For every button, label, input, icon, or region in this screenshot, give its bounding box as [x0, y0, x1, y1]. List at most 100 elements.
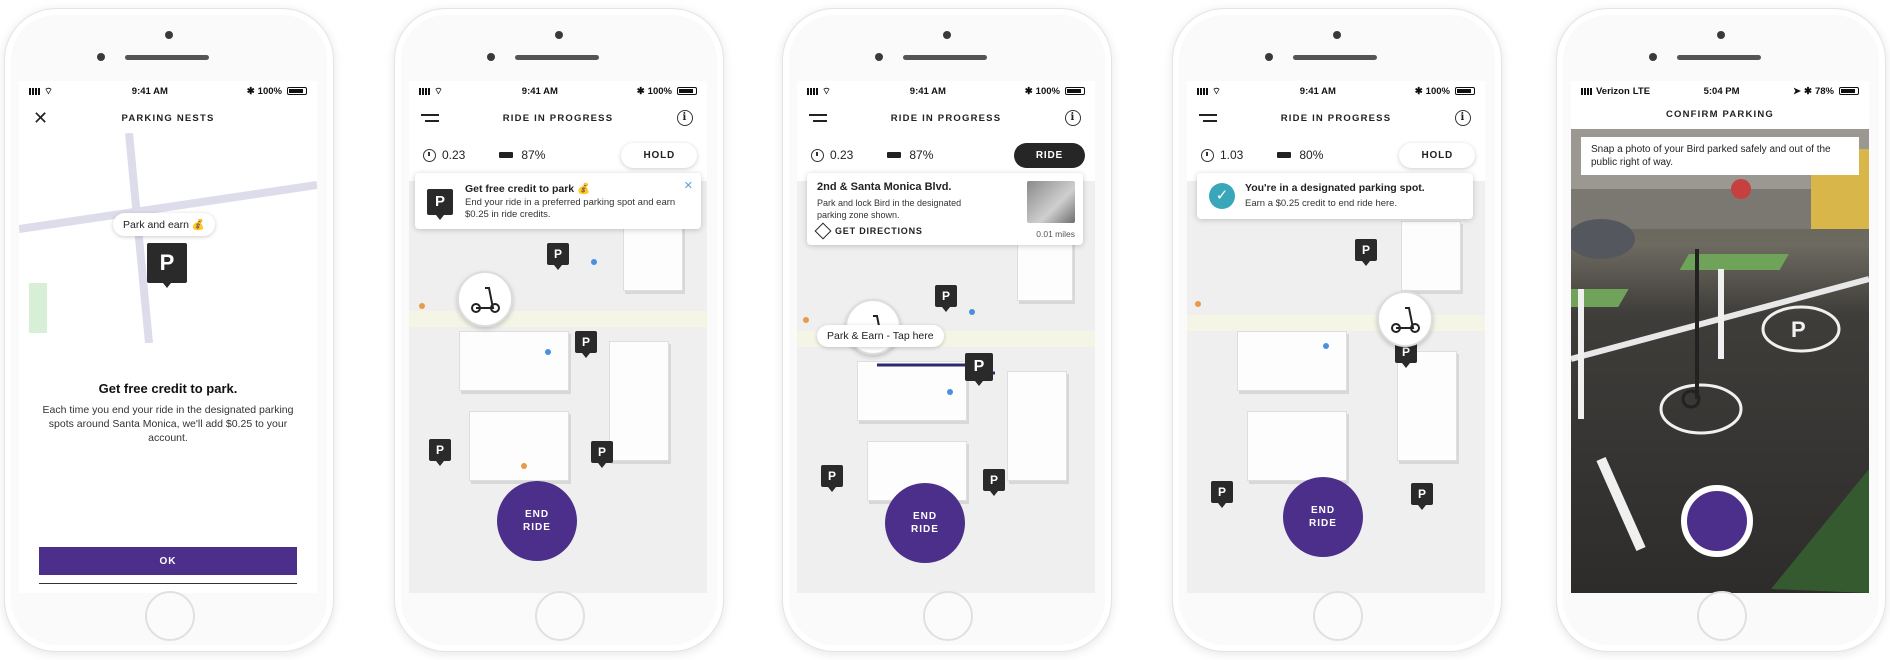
menu-icon[interactable]: [1199, 113, 1217, 123]
home-button[interactable]: [145, 591, 195, 641]
page-title: RIDE IN PROGRESS: [1280, 112, 1392, 124]
parking-spot-marker[interactable]: P: [1411, 483, 1433, 510]
parking-confirmation-card[interactable]: ✓ You're in a designated parking spot. E…: [1197, 173, 1473, 219]
status-battery-text: 100%: [1425, 85, 1450, 97]
parking-spot-marker[interactable]: P: [1355, 239, 1377, 266]
camera-viewfinder[interactable]: P Snap a photo of your Bird parked safel…: [1571, 129, 1869, 593]
distance-value: 1.03: [1220, 148, 1244, 162]
front-camera: [165, 31, 173, 39]
status-time: 5:04 PM: [1703, 85, 1740, 97]
hold-button[interactable]: HOLD: [1399, 142, 1475, 168]
scooter-location-marker[interactable]: [1377, 291, 1433, 347]
battery-percent: 80%: [1299, 148, 1324, 162]
home-button[interactable]: [1313, 591, 1363, 641]
status-time: 9:41 AM: [909, 85, 946, 97]
signal-icon: [419, 87, 431, 95]
earpiece-speaker: [1293, 55, 1377, 60]
ride-stats: 0.23 87% RIDE: [811, 141, 1085, 169]
close-icon[interactable]: ✕: [684, 179, 693, 192]
info-icon[interactable]: i: [677, 110, 693, 126]
park-and-earn-tag[interactable]: Park & Earn - Tap here: [817, 325, 944, 347]
carrier-name: Verizon: [1596, 85, 1630, 97]
front-camera: [1333, 31, 1341, 39]
poi-marker: [1323, 343, 1329, 349]
info-icon[interactable]: i: [1065, 110, 1081, 126]
shutter-button[interactable]: [1681, 485, 1753, 557]
page-title: RIDE IN PROGRESS: [890, 112, 1002, 124]
proximity-sensor: [97, 53, 105, 61]
earpiece-speaker: [1677, 55, 1761, 60]
map-road: [1187, 315, 1485, 331]
proximity-sensor: [1265, 53, 1273, 61]
ride-button[interactable]: RIDE: [1013, 142, 1085, 168]
park-and-earn-tag[interactable]: Park and earn 💰: [113, 213, 215, 236]
status-battery-text: 78%: [1814, 85, 1834, 97]
front-camera: [943, 31, 951, 39]
nav-header: RIDE IN PROGRESS i: [409, 105, 707, 131]
ok-button[interactable]: OK: [39, 547, 297, 575]
status-battery-text: 100%: [257, 85, 282, 97]
front-camera: [555, 31, 563, 39]
parking-spot-marker[interactable]: P: [429, 439, 451, 466]
home-button[interactable]: [1697, 591, 1747, 641]
scooter-battery-icon: [887, 152, 902, 158]
scooter-icon: [471, 287, 500, 313]
card-body: Earn a $0.25 credit to end ride here.: [1245, 198, 1398, 209]
info-icon[interactable]: i: [1455, 110, 1471, 126]
parking-spot-marker[interactable]: P: [575, 331, 597, 358]
parking-spot-marker[interactable]: P: [591, 441, 613, 468]
close-icon[interactable]: ✕: [33, 109, 49, 127]
battery-icon: [676, 87, 697, 95]
signal-icon: [29, 87, 41, 95]
poi-marker: [803, 317, 809, 323]
scooter-battery-icon: [499, 152, 514, 158]
wifi-icon: ⌔: [44, 85, 53, 97]
menu-icon[interactable]: [809, 113, 827, 123]
scooter-icon: [1391, 307, 1420, 333]
parking-credit-card[interactable]: P Get free credit to park 💰 End your rid…: [415, 173, 701, 229]
phone-frame-confirm-parking: Verizon LTE 5:04 PM ➤ ✱ 78% CONFIRM PARKING: [1556, 8, 1886, 652]
earpiece-speaker: [515, 55, 599, 60]
screen-parking-nests: ⌔ 9:41 AM ✱ 100% ✕ PARKING NESTS Park and…: [19, 81, 317, 593]
parking-spot-marker[interactable]: P: [1211, 481, 1233, 508]
signal-icon: [1197, 87, 1209, 95]
status-time: 9:41 AM: [1299, 85, 1336, 97]
status-battery-text: 100%: [647, 85, 672, 97]
poi-marker: [947, 389, 953, 395]
home-button[interactable]: [923, 591, 973, 641]
menu-icon[interactable]: [421, 113, 439, 123]
directions-icon: [814, 222, 832, 240]
ride-map[interactable]: P P P P END RIDE: [409, 181, 707, 593]
card-body: Park and lock Bird in the designated par…: [817, 198, 962, 220]
bluetooth-icon: ✱: [246, 85, 255, 97]
home-button[interactable]: [535, 591, 585, 641]
nest-map[interactable]: Park and earn 💰 P: [19, 133, 317, 343]
clock-icon: [1201, 148, 1214, 162]
end-ride-button[interactable]: END RIDE: [497, 481, 577, 561]
status-bar: ⌔ 9:41 AM ✱ 100%: [1187, 81, 1485, 101]
get-directions-link[interactable]: GET DIRECTIONS: [814, 222, 923, 240]
parking-spot-marker[interactable]: P: [983, 469, 1005, 496]
screen-ride-in-progress: ⌔ 9:41 AM ✱ 100% RIDE IN PROGRESS i 1.03 …: [1187, 81, 1485, 593]
end-ride-button[interactable]: END RIDE: [885, 483, 965, 563]
ride-map[interactable]: P P P P END RIDE: [1187, 181, 1485, 593]
poi-marker: [419, 303, 425, 309]
battery-icon: [1454, 87, 1475, 95]
parking-spot-marker[interactable]: P: [821, 465, 843, 492]
end-ride-button[interactable]: END RIDE: [1283, 477, 1363, 557]
status-bar: ⌔ 9:41 AM ✱ 100%: [797, 81, 1095, 101]
parking-p-icon: P: [427, 189, 453, 220]
parking-spot-marker[interactable]: P: [547, 243, 569, 270]
signal-icon: [1581, 87, 1593, 95]
parking-zone-card[interactable]: 2nd & Santa Monica Blvd. Park and lock B…: [807, 173, 1083, 245]
parking-spot-marker[interactable]: P: [935, 285, 957, 312]
selected-parking-marker[interactable]: P: [965, 353, 993, 386]
screen-confirm-parking: Verizon LTE 5:04 PM ➤ ✱ 78% CONFIRM PARKING: [1571, 81, 1869, 593]
location-icon: ➤: [1793, 85, 1802, 97]
screen-ride-in-progress: ⌔ 9:41 AM ✱ 100% RIDE IN PROGRESS i 0.23 …: [797, 81, 1095, 593]
proximity-sensor: [875, 53, 883, 61]
divider: [39, 583, 297, 584]
hold-button[interactable]: HOLD: [621, 142, 697, 168]
phone-frame-parking-nests: ⌔ 9:41 AM ✱ 100% ✕ PARKING NESTS Park and…: [4, 8, 334, 652]
scooter-location-marker[interactable]: [457, 271, 513, 327]
